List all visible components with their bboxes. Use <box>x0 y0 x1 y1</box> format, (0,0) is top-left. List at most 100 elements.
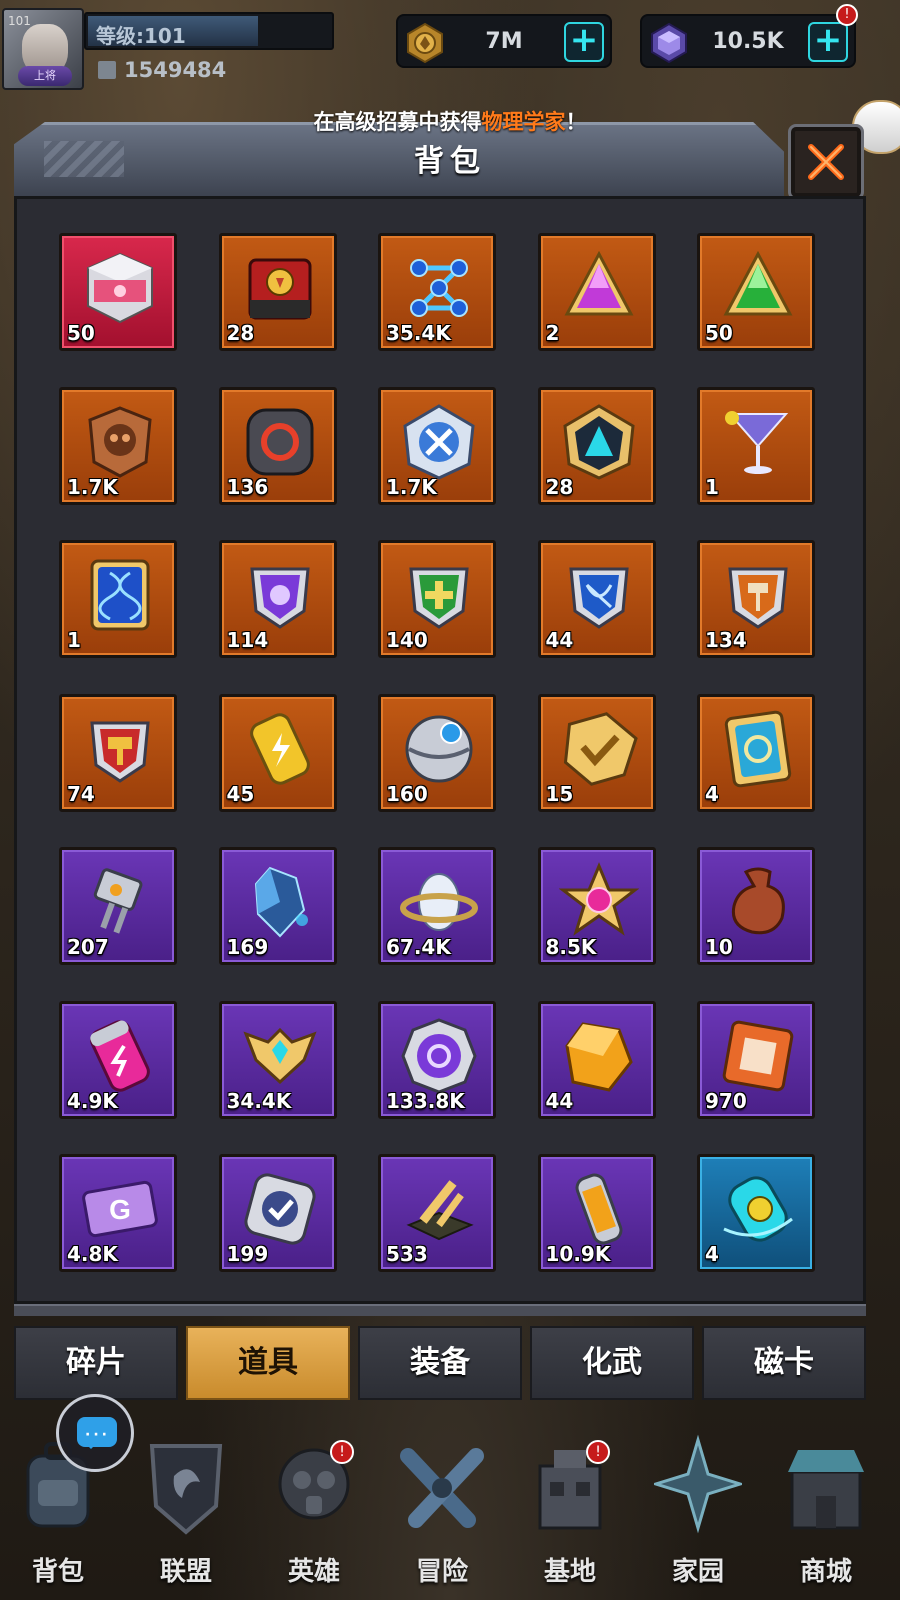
item-count: 50 <box>705 321 733 345</box>
item-count: 44 <box>545 1088 574 1113</box>
blue-pyramid-token-icon <box>562 403 635 480</box>
item-slot[interactable]: 533 <box>378 1154 496 1272</box>
item-slot[interactable]: 34.4K <box>218 1000 337 1119</box>
item-slot[interactable]: 2 <box>537 233 656 351</box>
item-count: 1 <box>67 628 81 652</box>
red-cube-chest-icon <box>87 252 153 324</box>
home-star-icon <box>654 1434 742 1534</box>
level-bar: 等级:101 <box>84 12 334 50</box>
item-count: 15 <box>545 781 574 806</box>
close-button[interactable] <box>788 124 864 200</box>
item-slot[interactable]: 114 <box>218 540 337 658</box>
item-slot[interactable]: 4.9K <box>59 1000 177 1119</box>
item-count: 45 <box>226 781 255 806</box>
item-slot[interactable]: 199 <box>218 1154 337 1272</box>
nav-item-shop-store[interactable]: 商城 <box>768 1430 884 1600</box>
shop-store-icon <box>788 1450 864 1530</box>
item-slot[interactable]: 10.9K <box>537 1154 656 1272</box>
add-gem-button[interactable]: + <box>808 22 848 62</box>
top-bar: 101 上将 等级:101 1549484 7M + 10.5K + ! <box>0 0 900 100</box>
item-slot[interactable]: 35.4K <box>378 233 496 351</box>
item-slot[interactable]: 74 <box>59 693 177 812</box>
item-slot[interactable]: 15 <box>537 693 656 812</box>
svg-text:G: G <box>109 1194 131 1225</box>
nav-label: 背包 <box>31 1557 84 1587</box>
item-slot[interactable]: 1.7K <box>378 386 496 505</box>
item-slot[interactable]: 134 <box>697 540 815 658</box>
item-slot[interactable]: 169 <box>218 847 337 965</box>
nav-item-base-building[interactable]: 基地! <box>512 1430 628 1600</box>
avatar-level: 101 <box>8 14 31 28</box>
nav-label: 联盟 <box>159 1557 212 1587</box>
purple-crest-badge-icon <box>249 567 310 629</box>
category-tabs: 碎片 道具 装备 化武 磁卡 <box>14 1326 866 1404</box>
item-count: 44 <box>545 628 574 652</box>
item-count: 10.9K <box>545 1242 611 1266</box>
nav-item-crossed-guns[interactable]: 冒险 <box>384 1430 500 1600</box>
item-slot[interactable]: 45 <box>218 693 337 812</box>
item-count: 136 <box>226 474 269 499</box>
purple-triangle-gem-icon <box>564 250 633 316</box>
item-slot[interactable]: 4 <box>697 1154 815 1272</box>
gem-icon <box>651 22 687 64</box>
g-ticket-icon: G <box>82 1180 158 1238</box>
tab-3[interactable]: 化武 <box>530 1326 694 1400</box>
tab-4[interactable]: 磁卡 <box>702 1326 866 1400</box>
pink-star-gem-icon <box>558 862 639 936</box>
item-slot[interactable]: 44 <box>537 1000 656 1119</box>
gem-value: 10.5K <box>712 29 784 54</box>
item-slot[interactable]: 970 <box>697 1000 815 1119</box>
red-hammer-badge-icon <box>90 721 150 783</box>
energy-can-icon <box>249 712 310 785</box>
item-slot[interactable]: 50 <box>59 233 177 351</box>
add-gold-button[interactable]: + <box>564 22 604 62</box>
pink-energy-can-icon <box>90 1019 150 1092</box>
tab-1[interactable]: 道具 <box>186 1326 350 1400</box>
item-slot[interactable]: 4 <box>697 693 815 812</box>
item-slot[interactable]: 207 <box>59 847 177 965</box>
nav-item-gas-mask-hero[interactable]: 英雄! <box>256 1430 372 1600</box>
plug-module-icon <box>93 868 143 934</box>
item-slot[interactable]: 8.5K <box>537 847 656 965</box>
item-count: 67.4K <box>386 935 451 959</box>
orange-hammer-badge-icon <box>728 567 788 629</box>
blue-molecule-icon <box>410 259 468 317</box>
item-slot[interactable]: 133.8K <box>378 1000 496 1119</box>
alliance-shield-icon <box>149 1444 223 1535</box>
item-grid: 50 28 35.4K 2 50 1.7K 136 1.7K 28 1 1 114 140 44 134 74… <box>59 233 849 1293</box>
item-slot[interactable]: 67.4K <box>378 847 496 965</box>
item-slot[interactable]: 44 <box>537 540 656 658</box>
item-slot[interactable]: 140 <box>378 540 496 658</box>
tab-2[interactable]: 装备 <box>358 1326 522 1400</box>
nav-item-alliance-shield[interactable]: 联盟 <box>128 1430 244 1600</box>
item-slot[interactable]: 1 <box>697 386 815 505</box>
item-count: 1.7K <box>67 474 118 499</box>
blue-crystal-shard-icon <box>254 866 308 938</box>
item-count: 34.4K <box>226 1088 292 1113</box>
tab-0[interactable]: 碎片 <box>14 1326 178 1400</box>
item-count: 207 <box>67 935 109 959</box>
nav-item-home-star[interactable]: 家园 <box>640 1430 756 1600</box>
item-slot[interactable]: 28 <box>537 386 656 505</box>
item-count: 1 <box>705 474 719 499</box>
item-count: 4 <box>705 1242 719 1266</box>
item-slot[interactable]: 1.7K <box>59 386 177 505</box>
player-avatar[interactable]: 101 上将 <box>2 8 84 90</box>
item-slot[interactable]: 136 <box>218 386 337 505</box>
gold-check-token-icon <box>563 711 638 786</box>
item-slot[interactable]: 10 <box>697 847 815 965</box>
item-count: 133.8K <box>386 1088 465 1113</box>
item-slot[interactable]: 160 <box>378 693 496 812</box>
chat-button[interactable]: ··· <box>56 1394 134 1472</box>
nav-label: 冒险 <box>415 1557 468 1587</box>
power-icon <box>98 61 116 79</box>
item-slot[interactable]: 28 <box>218 233 337 351</box>
item-count: 134 <box>705 628 747 652</box>
gold-value: 7M <box>485 29 523 54</box>
item-slot[interactable]: 1 <box>59 540 177 658</box>
panel-title: 背包 <box>414 144 486 179</box>
item-slot[interactable]: G 4.8K <box>59 1154 177 1272</box>
item-slot[interactable]: 50 <box>697 233 815 351</box>
notice-highlight: 物理学家 <box>481 110 566 134</box>
crossed-guns-icon <box>400 1448 484 1528</box>
